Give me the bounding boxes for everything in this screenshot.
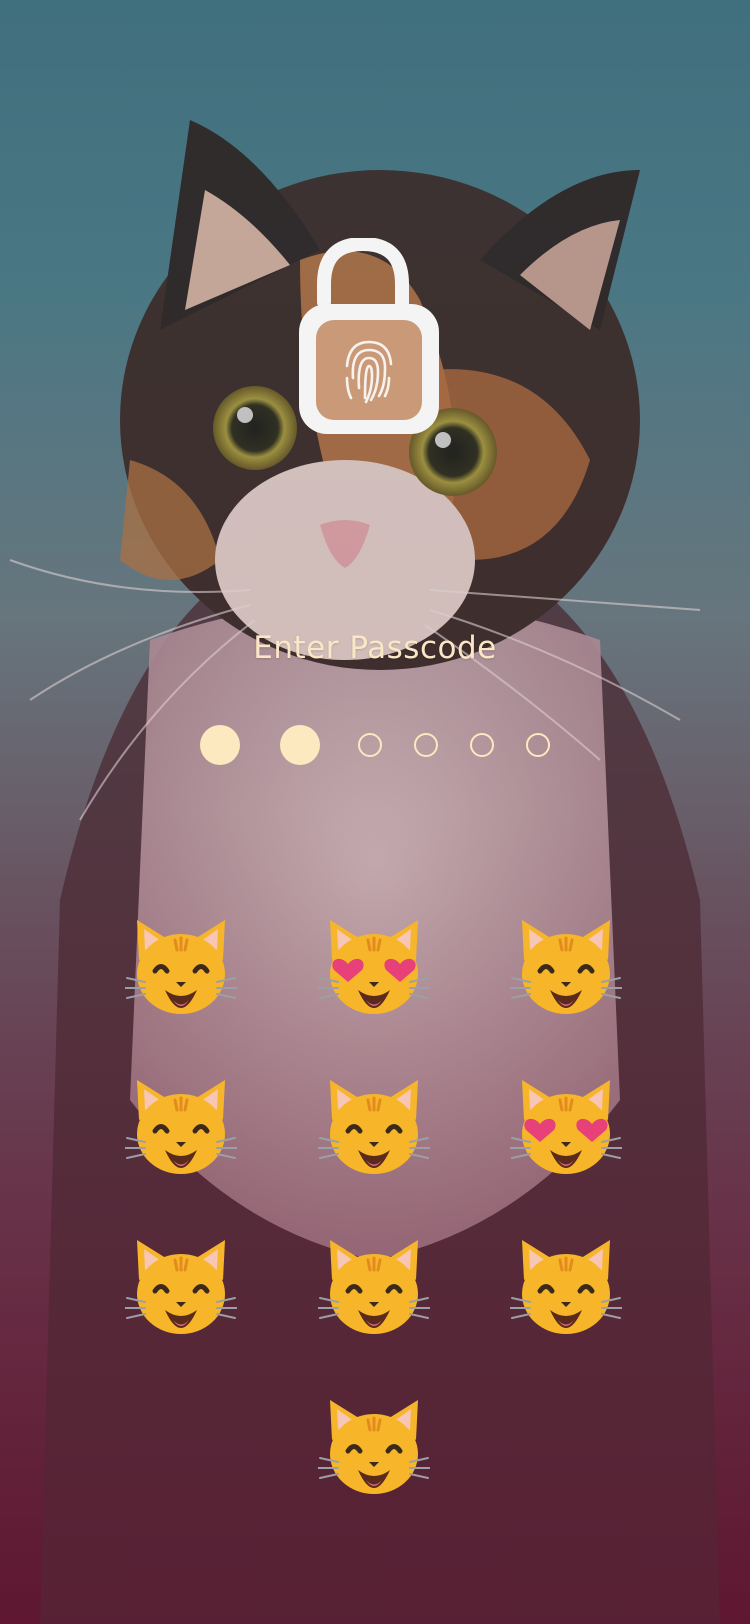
grinning-cat-icon[interactable] [507, 1229, 625, 1347]
grinning-cat-icon[interactable] [507, 909, 625, 1027]
grinning-cat-icon[interactable] [122, 909, 240, 1027]
lock-screen: Enter Passcode [0, 0, 750, 1624]
grinning-cat-icon[interactable] [122, 1069, 240, 1187]
grinning-cat-icon[interactable] [315, 1069, 433, 1187]
grinning-cat-icon[interactable] [315, 1229, 433, 1347]
heart-eyes-cat-icon[interactable] [315, 909, 433, 1027]
grinning-cat-icon[interactable] [122, 1229, 240, 1347]
emoji-keypad [0, 0, 750, 1624]
grinning-cat-icon[interactable] [315, 1389, 433, 1507]
heart-eyes-cat-icon[interactable] [507, 1069, 625, 1187]
